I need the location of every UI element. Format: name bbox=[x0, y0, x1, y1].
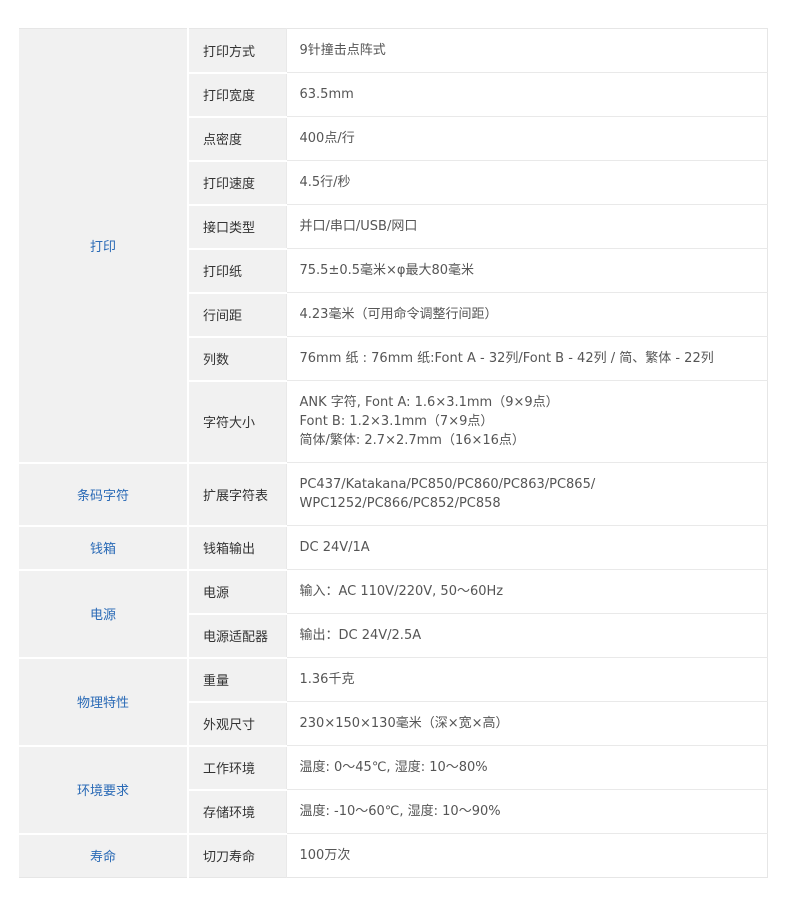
spec-key: 钱箱输出 bbox=[188, 525, 287, 571]
spec-key: 电源适配器 bbox=[188, 613, 287, 659]
spec-value: 温度: 0～45℃, 湿度: 10～80% bbox=[286, 745, 768, 790]
spec-value: 并口/串口/USB/网口 bbox=[286, 204, 768, 249]
spec-key: 字符大小 bbox=[188, 380, 287, 464]
spec-value: 230×150×130毫米（深×宽×高） bbox=[286, 701, 768, 746]
spec-value: 1.36千克 bbox=[286, 657, 768, 702]
spec-value: DC 24V/1A bbox=[286, 525, 768, 570]
spec-value: ANK 字符, Font A: 1.6×3.1mm（9×9点） Font B: … bbox=[286, 380, 768, 463]
spec-value: 4.23毫米（可用命令调整行间距） bbox=[286, 292, 768, 337]
category-drawer: 钱箱 bbox=[19, 525, 189, 571]
spec-key: 打印纸 bbox=[188, 248, 287, 294]
spec-key: 打印宽度 bbox=[188, 72, 287, 118]
spec-value: 63.5mm bbox=[286, 72, 768, 117]
spec-key: 电源 bbox=[188, 569, 287, 615]
table-row: 电源 电源 输入：AC 110V/220V, 50～60Hz bbox=[19, 569, 768, 659]
spec-key: 存储环境 bbox=[188, 789, 287, 835]
spec-value: 75.5±0.5毫米×φ最大80毫米 bbox=[286, 248, 768, 293]
spec-key: 列数 bbox=[188, 336, 287, 382]
spec-key: 打印方式 bbox=[188, 28, 287, 74]
category-physical: 物理特性 bbox=[19, 657, 189, 747]
spec-key: 切刀寿命 bbox=[188, 833, 287, 878]
table-row: 打印 打印方式 9针撞击点阵式 bbox=[19, 28, 768, 464]
spec-value: 76mm 纸 : 76mm 纸:Font A - 32列/Font B - 42… bbox=[286, 336, 768, 381]
category-power: 电源 bbox=[19, 569, 189, 659]
spec-value: 输入：AC 110V/220V, 50～60Hz bbox=[286, 569, 768, 614]
table-row: 条码字符 扩展字符表 PC437/Katakana/PC850/PC860/PC… bbox=[19, 462, 768, 527]
spec-value: 100万次 bbox=[286, 833, 768, 878]
table-row: 环境要求 工作环境 温度: 0～45℃, 湿度: 10～80% bbox=[19, 745, 768, 835]
category-environment: 环境要求 bbox=[19, 745, 189, 835]
spec-value: 输出：DC 24V/2.5A bbox=[286, 613, 768, 658]
spec-key: 行间距 bbox=[188, 292, 287, 338]
spec-value: 400点/行 bbox=[286, 116, 768, 161]
spec-key: 接口类型 bbox=[188, 204, 287, 250]
spec-key: 打印速度 bbox=[188, 160, 287, 206]
spec-value: PC437/Katakana/PC850/PC860/PC863/PC865/ … bbox=[286, 462, 768, 526]
spec-value: 温度: -10～60℃, 湿度: 10～90% bbox=[286, 789, 768, 834]
spec-key: 扩展字符表 bbox=[188, 462, 287, 527]
spec-key: 工作环境 bbox=[188, 745, 287, 791]
spec-value: 4.5行/秒 bbox=[286, 160, 768, 205]
table-row: 物理特性 重量 1.36千克 bbox=[19, 657, 768, 747]
spec-value: 9针撞击点阵式 bbox=[286, 28, 768, 73]
category-life: 寿命 bbox=[19, 833, 189, 878]
category-barcode: 条码字符 bbox=[19, 462, 189, 527]
spec-table: 打印 打印方式 9针撞击点阵式 打印宽度 63.5mm 点密度 400点/行 打… bbox=[19, 28, 768, 878]
table-row: 钱箱 钱箱输出 DC 24V/1A bbox=[19, 525, 768, 571]
spec-key: 外观尺寸 bbox=[188, 701, 287, 747]
category-print: 打印 bbox=[19, 28, 189, 464]
spec-key: 点密度 bbox=[188, 116, 287, 162]
spec-key: 重量 bbox=[188, 657, 287, 703]
table-row: 寿命 切刀寿命 100万次 bbox=[19, 833, 768, 878]
